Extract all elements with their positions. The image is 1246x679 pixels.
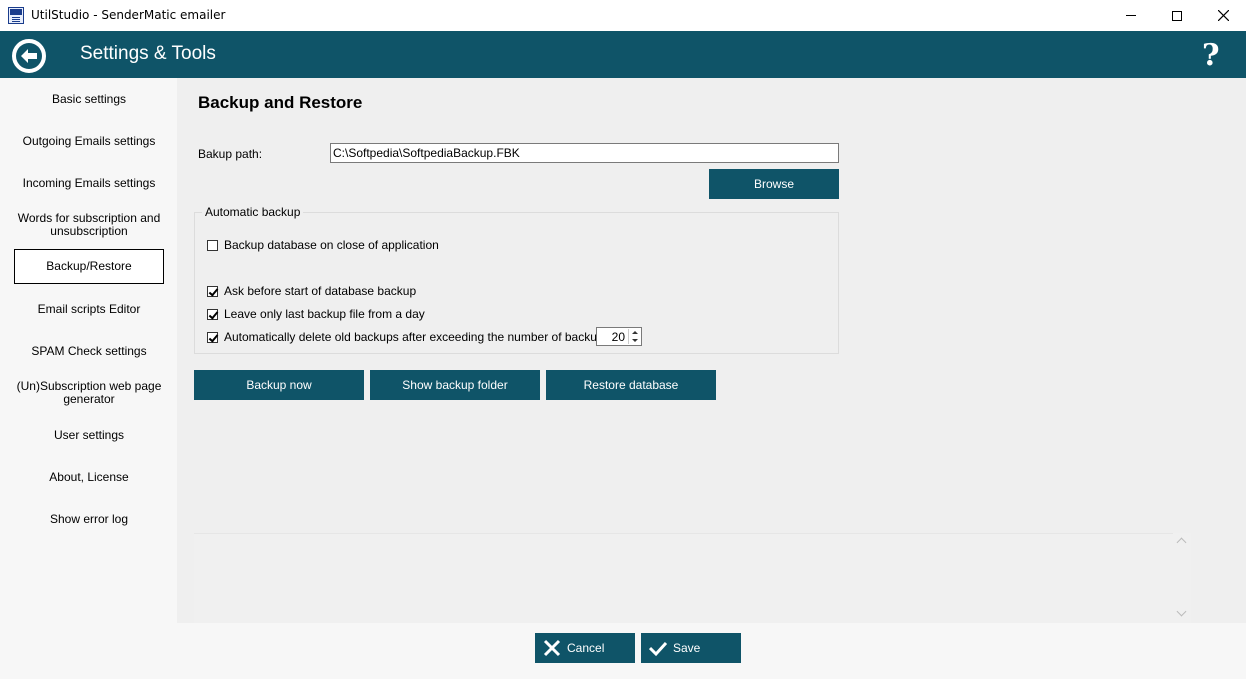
stepper-down-icon[interactable] — [632, 339, 638, 342]
backup-on-close-option[interactable]: Backup database on close of application — [207, 238, 439, 252]
maximize-button[interactable] — [1154, 0, 1200, 31]
ask-before-backup-checkbox[interactable] — [207, 285, 218, 297]
sidebar: Basic settings Outgoing Emails settings … — [0, 78, 177, 623]
automatic-backup-legend: Automatic backup — [202, 205, 304, 219]
delete-old-backups-option[interactable]: Automatically delete old backups after e… — [207, 330, 610, 344]
main-panel: Backup and Restore Bakup path: Browse Au… — [177, 78, 1246, 623]
restore-database-button[interactable]: Restore database — [546, 370, 716, 400]
stepper-up-icon[interactable] — [632, 331, 638, 334]
sidebar-item-spam-check[interactable]: SPAM Check settings — [14, 342, 164, 360]
window-titlebar: UtilStudio - SenderMatic emailer — [0, 0, 1246, 31]
max-backups-value: 20 — [611, 330, 625, 344]
save-label: Save — [673, 641, 701, 655]
sidebar-item-user-settings[interactable]: User settings — [14, 426, 164, 444]
sidebar-item-subscription-words[interactable]: Words for subscription and unsubscriptio… — [14, 211, 164, 239]
backup-on-close-checkbox[interactable] — [207, 239, 218, 251]
backup-path-input[interactable] — [330, 143, 839, 163]
backup-path-label: Bakup path: — [198, 147, 263, 161]
app-icon — [8, 7, 24, 24]
leave-last-backup-option[interactable]: Leave only last backup file from a day — [207, 307, 425, 321]
cancel-x-icon — [543, 639, 561, 657]
close-icon — [1217, 10, 1229, 21]
sidebar-item-email-scripts[interactable]: Email scripts Editor — [14, 300, 164, 318]
log-area[interactable] — [194, 533, 1191, 623]
cancel-label: Cancel — [567, 641, 605, 655]
stepper-arrows[interactable] — [628, 329, 640, 344]
leave-last-backup-checkbox[interactable] — [207, 308, 218, 320]
sidebar-item-outgoing-emails[interactable]: Outgoing Emails settings — [14, 132, 164, 150]
sidebar-item-incoming-emails[interactable]: Incoming Emails settings — [14, 174, 164, 192]
minimize-icon — [1126, 15, 1136, 16]
save-check-icon — [649, 641, 667, 657]
ask-before-backup-label: Ask before start of database backup — [224, 284, 417, 298]
sidebar-item-basic-settings[interactable]: Basic settings — [14, 90, 164, 108]
back-arrow-icon — [16, 43, 42, 69]
maximize-icon — [1172, 10, 1182, 21]
ask-before-backup-option[interactable]: Ask before start of database backup — [207, 284, 416, 298]
scroll-down-icon[interactable] — [1176, 606, 1187, 617]
scroll-up-icon[interactable] — [1176, 537, 1187, 548]
delete-old-backups-label: Automatically delete old backups after e… — [224, 330, 610, 344]
sidebar-item-error-log[interactable]: Show error log — [14, 510, 164, 528]
back-button[interactable] — [12, 39, 46, 73]
backup-on-close-label: Backup database on close of application — [224, 238, 439, 252]
cancel-button[interactable]: Cancel — [535, 633, 635, 663]
page-title: Settings & Tools — [80, 43, 216, 64]
sidebar-item-subscription-page[interactable]: (Un)Subscription web page generator — [14, 379, 164, 407]
window-title: UtilStudio - SenderMatic emailer — [31, 8, 226, 22]
backup-now-button[interactable]: Backup now — [194, 370, 364, 400]
footer: Cancel Save — [0, 623, 1246, 679]
section-title: Backup and Restore — [198, 93, 363, 112]
max-backups-stepper[interactable]: 20 — [596, 327, 642, 346]
browse-button[interactable]: Browse — [709, 169, 839, 199]
sidebar-item-about-license[interactable]: About, License — [14, 468, 164, 486]
sidebar-item-backup-restore[interactable]: Backup/Restore — [14, 249, 164, 284]
close-button[interactable] — [1200, 0, 1246, 31]
help-icon[interactable]: ? — [1202, 38, 1220, 73]
save-button[interactable]: Save — [641, 633, 741, 663]
leave-last-backup-label: Leave only last backup file from a day — [224, 307, 425, 321]
page-header: Settings & Tools ? — [0, 31, 1246, 78]
minimize-button[interactable] — [1108, 0, 1154, 31]
show-backup-folder-button[interactable]: Show backup folder — [370, 370, 540, 400]
log-scrollbar[interactable] — [1173, 533, 1191, 623]
delete-old-backups-checkbox[interactable] — [207, 331, 218, 343]
